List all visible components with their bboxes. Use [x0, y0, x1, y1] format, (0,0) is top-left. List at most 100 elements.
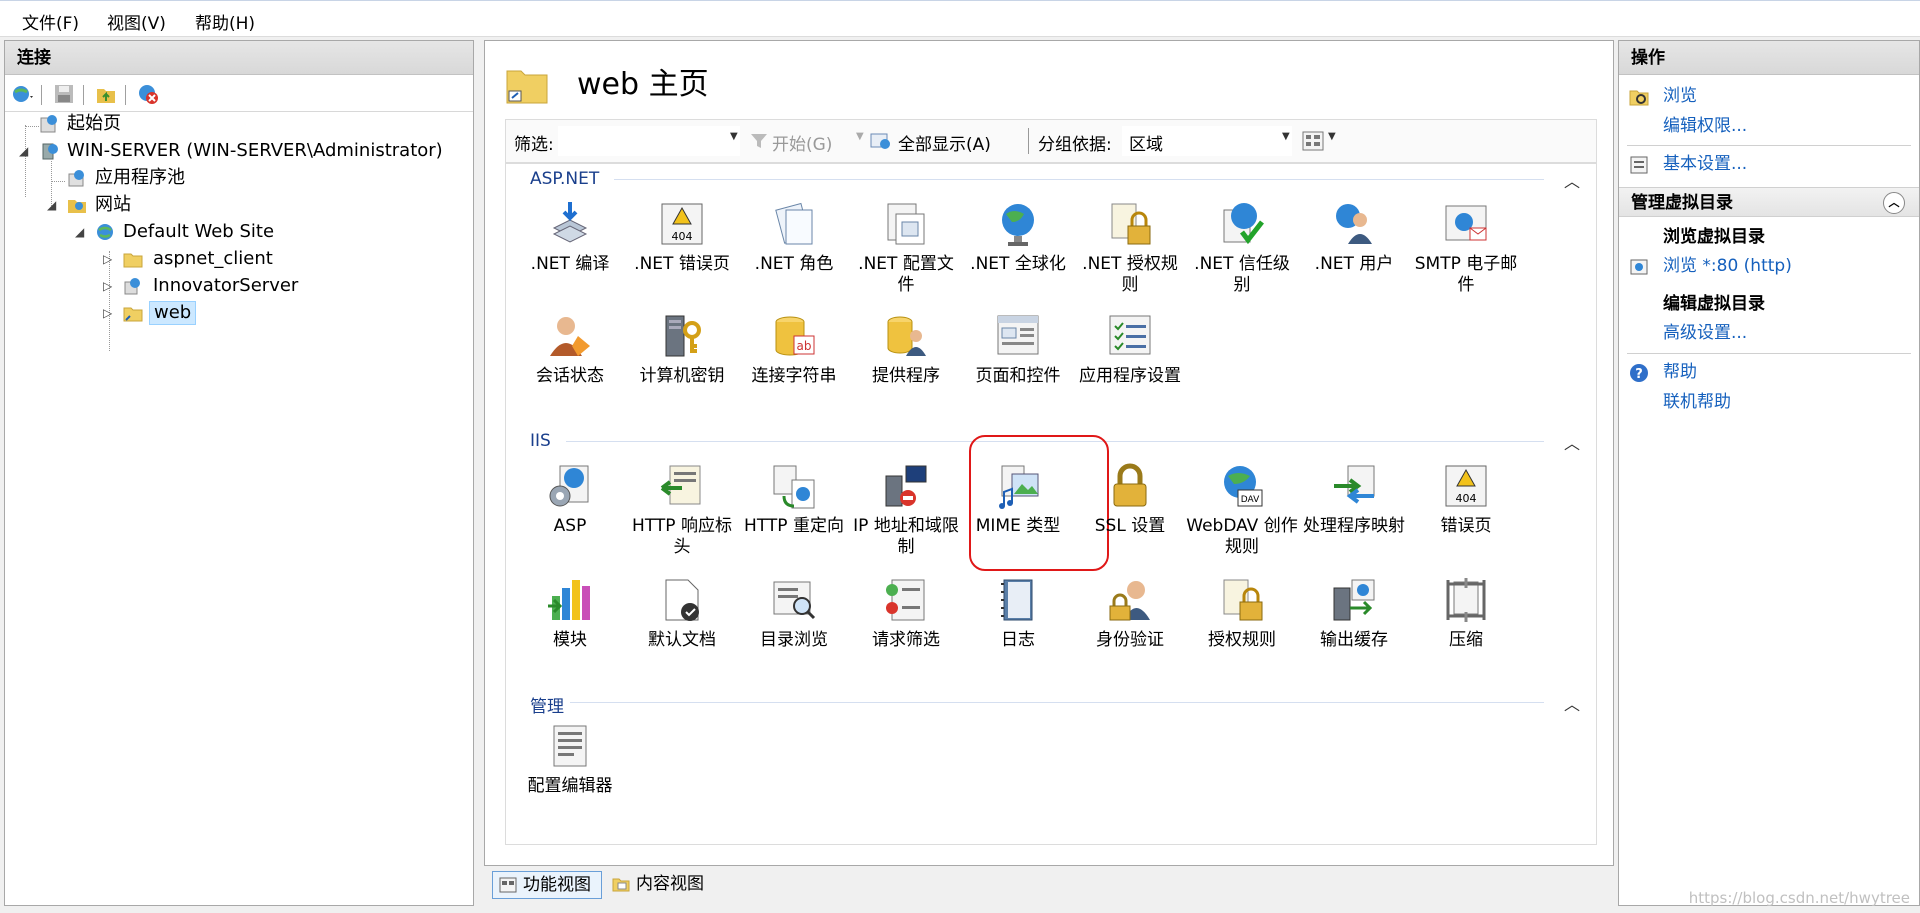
dropdown-arrow-icon[interactable]: ▼ [1282, 131, 1290, 142]
action-edit-permissions[interactable]: 编辑权限... [1619, 113, 1919, 139]
tree-label: Default Web Site [123, 221, 275, 242]
tree-node-aspnet-client[interactable]: ▷ aspnet_client [5, 246, 465, 272]
feature-net-users[interactable]: .NET 用户 [1298, 200, 1410, 275]
dropdown-arrow-icon[interactable]: ▼ [730, 131, 738, 142]
tree-node-sites[interactable]: ◢ 网站 [5, 192, 465, 218]
feature-configuration-editor[interactable]: 配置编辑器 [514, 722, 626, 797]
modules-icon [548, 580, 590, 620]
feature-ssl-settings[interactable]: SSL 设置 [1074, 462, 1186, 537]
feature-pages-controls[interactable]: 页面和控件 [962, 312, 1074, 387]
feature-compression[interactable]: 压缩 [1410, 576, 1522, 651]
tree-node-start-page[interactable]: 起始页 [5, 111, 465, 137]
view-mode-icon[interactable] [1302, 130, 1324, 152]
feature-net-trust-levels[interactable]: .NET 信任级别 [1186, 200, 1298, 296]
actions-header: 操作 [1619, 41, 1919, 75]
group-by-select[interactable]: 区域 [1122, 126, 1292, 156]
feature-session-state[interactable]: 会话状态 [514, 312, 626, 387]
feature-output-caching[interactable]: 输出缓存 [1298, 576, 1410, 651]
feature-handler-mappings[interactable]: 处理程序映射 [1298, 462, 1410, 537]
collapse-chevron-icon[interactable]: ︿ [1564, 691, 1580, 715]
collapse-arrow-icon[interactable]: ◢ [19, 138, 28, 164]
action-link[interactable]: 编辑权限... [1663, 113, 1747, 139]
expand-arrow-icon[interactable]: ▷ [103, 273, 112, 299]
action-online-help[interactable]: 联机帮助 [1619, 389, 1919, 415]
disconnect-icon[interactable] [137, 83, 159, 105]
filter-input[interactable] [558, 126, 740, 156]
feature-smtp-email[interactable]: SMTP 电子邮件 [1410, 200, 1522, 296]
action-link[interactable]: 浏览 [1663, 83, 1697, 109]
feature-http-response-headers[interactable]: HTTP 响应标头 [626, 462, 738, 558]
tab-content-view[interactable]: 内容视图 [606, 871, 716, 899]
log-book-icon [1001, 579, 1033, 621]
redirect-icon [773, 465, 815, 509]
action-advanced-settings[interactable]: 高级设置... [1619, 320, 1919, 346]
collapse-arrow-icon[interactable]: ◢ [47, 192, 56, 218]
feature-http-redirect[interactable]: HTTP 重定向 [738, 462, 850, 537]
action-link[interactable]: 浏览 *:80 (http) [1663, 253, 1792, 279]
tree-node-server[interactable]: ◢ WIN-SERVER (WIN-SERVER\Administrator) [5, 138, 465, 164]
feature-request-filtering[interactable]: 请求筛选 [850, 576, 962, 651]
action-link[interactable]: 帮助 [1663, 359, 1697, 385]
feature-directory-browsing[interactable]: 目录浏览 [738, 576, 850, 651]
dropdown-arrow-icon[interactable]: ▼ [1328, 131, 1336, 142]
feature-providers[interactable]: 提供程序 [850, 312, 962, 387]
collapse-chevron-icon[interactable]: ︿ [1883, 192, 1905, 214]
feature-net-profile[interactable]: .NET 配置文件 [850, 200, 962, 296]
feature-machine-key[interactable]: 计算机密钥 [626, 312, 738, 387]
feature-connection-strings[interactable]: ab 连接字符串 [738, 312, 850, 387]
menu-help[interactable]: 帮助(H) [195, 9, 255, 34]
group-title-iis: IIS [530, 431, 551, 451]
feature-logging[interactable]: 日志 [962, 576, 1074, 651]
group-title-management: 管理 [530, 697, 564, 717]
collapse-chevron-icon[interactable]: ︿ [1564, 168, 1580, 192]
tree-node-web[interactable]: ▷ web [5, 300, 465, 326]
action-link[interactable]: 联机帮助 [1663, 389, 1731, 415]
menu-view[interactable]: 视图(V) [107, 9, 166, 34]
feature-net-roles[interactable]: .NET 角色 [738, 200, 850, 275]
feature-default-document[interactable]: 默认文档 [626, 576, 738, 651]
connect-globe-icon[interactable] [11, 83, 33, 105]
action-help[interactable]: ? 帮助 [1619, 359, 1919, 385]
feature-modules[interactable]: 模块 [514, 576, 626, 651]
collapse-arrow-icon[interactable]: ◢ [75, 219, 84, 245]
feature-net-globalization[interactable]: .NET 全球化 [962, 200, 1074, 275]
tree-node-app-pools[interactable]: 应用程序池 [5, 165, 465, 191]
feature-authentication[interactable]: 身份验证 [1074, 576, 1186, 651]
action-link[interactable]: 基本设置... [1663, 151, 1747, 177]
action-basic-settings[interactable]: 基本设置... [1619, 151, 1919, 177]
feature-net-compilation[interactable]: .NET 编译 [514, 200, 626, 275]
start-page-icon [40, 115, 57, 133]
svg-text:404: 404 [672, 230, 693, 243]
tree-node-innovator-server[interactable]: ▷ InnovatorServer [5, 273, 465, 299]
expand-arrow-icon[interactable]: ▷ [103, 246, 112, 272]
handler-mappings-icon [1334, 465, 1375, 504]
show-all-button[interactable]: 全部显示(A) [898, 130, 991, 155]
tab-features-view[interactable]: 功能视图 [492, 871, 602, 899]
feature-error-pages[interactable]: 404 错误页 [1410, 462, 1522, 537]
folder-up-icon[interactable] [95, 83, 117, 105]
tree-node-default-web-site[interactable]: ◢ Default Web Site [5, 219, 465, 245]
action-browse-port-80[interactable]: 浏览 *:80 (http) [1619, 253, 1919, 279]
svg-text:?: ? [1635, 367, 1643, 382]
feature-net-authorization-rules[interactable]: .NET 授权规则 [1074, 200, 1186, 296]
feature-asp[interactable]: ASP [514, 462, 626, 537]
directory-browse-icon [773, 581, 816, 620]
feature-mime-types[interactable]: MIME 类型 [962, 462, 1074, 537]
menu-file[interactable]: 文件(F) [22, 9, 79, 34]
action-link[interactable]: 高级设置... [1663, 320, 1747, 346]
feature-webdav-authoring[interactable]: DAV WebDAV 创作规则 [1186, 462, 1298, 558]
collapse-chevron-icon[interactable]: ︿ [1564, 430, 1580, 454]
action-browse[interactable]: 浏览 [1619, 83, 1919, 109]
feature-authorization-rules[interactable]: 授权规则 [1186, 576, 1298, 651]
save-icon[interactable] [53, 83, 75, 105]
app-settings-icon [1109, 315, 1151, 355]
feature-label: 页面和控件 [975, 366, 1061, 386]
feature-ip-domain-restrictions[interactable]: IP 地址和域限制 [850, 462, 962, 558]
feature-app-settings[interactable]: 应用程序设置 [1074, 312, 1186, 387]
feature-net-error-pages[interactable]: 404 .NET 错误页 [626, 200, 738, 275]
start-button[interactable]: 开始(G) [772, 130, 832, 155]
view-tabs: 功能视图 内容视图 [484, 868, 1614, 902]
expand-arrow-icon[interactable]: ▷ [103, 300, 112, 326]
dropdown-arrow-icon[interactable]: ▼ [856, 131, 864, 142]
content-view-icon [612, 878, 630, 892]
